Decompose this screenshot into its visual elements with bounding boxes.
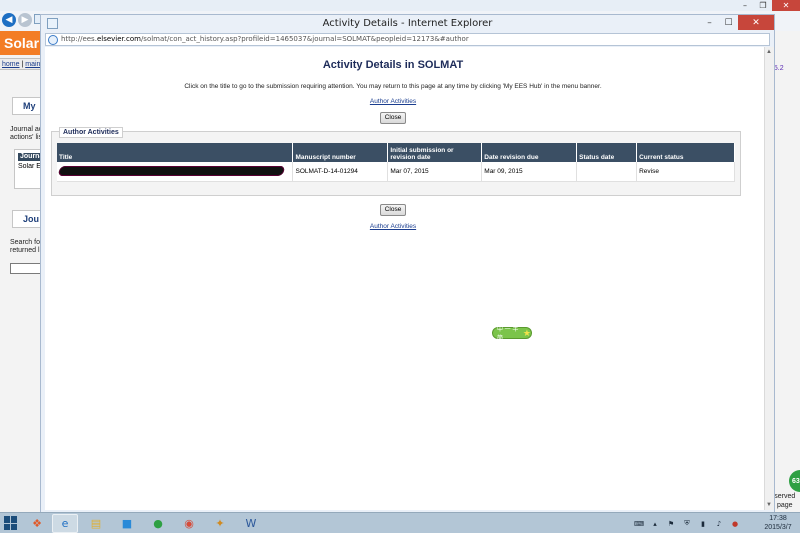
initial-date-cell: Mar 07, 2015 (387, 162, 483, 182)
page-instruction: Click on the title to go to the submissi… (184, 83, 602, 90)
windows-start-icon[interactable] (4, 516, 18, 530)
address-bar[interactable]: http://ees.elsevier.com/solmat/con_act_h… (45, 33, 770, 46)
popup-caption-buttons: – ☐ ✕ (700, 15, 774, 30)
author-activities-link-bottom[interactable]: Author Activities (45, 223, 741, 230)
site-icon (48, 35, 58, 45)
redacted-title-mark[interactable] (57, 166, 286, 177)
forward-arrow-icon[interactable]: ▶ (18, 13, 32, 27)
minimize-icon[interactable]: – (700, 15, 719, 30)
popup-window-title: Activity Details - Internet Explorer (322, 18, 493, 29)
background-caption-buttons: – ❐ ✕ (736, 0, 800, 11)
revision-due-cell: Mar 09, 2015 (481, 162, 578, 182)
solar-logo: Solar (0, 31, 40, 55)
author-activities-legend: Author Activities (59, 127, 123, 138)
app-icon-blue[interactable]: ■ (114, 514, 140, 533)
security-icon[interactable]: ● (730, 519, 740, 529)
input-method-widget[interactable]: 中 一 半 简 ★ (492, 327, 532, 342)
flag-icon[interactable]: ⚑ (666, 519, 676, 529)
column-header-revision-due: Date revision due (481, 143, 578, 162)
column-header-status-date: Status date (576, 143, 638, 162)
app-icon-star[interactable]: ✦ (207, 514, 233, 533)
clock-time: 17:38 (769, 515, 787, 522)
file-explorer-icon[interactable]: ▤ (83, 514, 109, 533)
clock-date: 2015/3/7 (764, 524, 792, 531)
green-status-badge[interactable]: 63 (789, 470, 800, 492)
network-icon[interactable]: ▮ (698, 519, 708, 529)
main-link[interactable]: main (25, 61, 40, 68)
tray-arrow-icon[interactable]: ▴ (650, 519, 660, 529)
footer-page-text: page (776, 502, 793, 509)
scroll-down-icon[interactable]: ▼ (766, 502, 772, 508)
activity-details-window: Activity Details - Internet Explorer – ☐… (40, 14, 775, 513)
maximize-icon[interactable]: ☐ (719, 15, 738, 30)
close-button-bottom[interactable]: Close (380, 204, 406, 216)
keyboard-icon[interactable]: ⌨ (634, 519, 644, 529)
star-icon: ★ (522, 327, 531, 338)
windows-taskbar: ❖ e ▤ ■ ● ◉ ✦ W ⌨ ▴ ⚑ ⛨ ▮ ♪ ● 17:38 2015… (0, 512, 800, 533)
volume-icon[interactable]: ♪ (714, 519, 724, 529)
chrome-icon[interactable]: ◉ (176, 514, 202, 533)
manuscript-number-cell: SOLMAT-D-14-01294 (292, 162, 389, 182)
system-tray: ⌨ ▴ ⚑ ⛨ ▮ ♪ ● (634, 515, 740, 532)
manuscript-title-cell[interactable] (57, 162, 294, 182)
close-icon[interactable]: ✕ (738, 15, 774, 30)
author-activities-link-top[interactable]: Author Activities (45, 98, 741, 105)
scroll-up-icon[interactable]: ▲ (766, 49, 772, 55)
column-header-manuscript-number: Manuscript number (292, 143, 389, 162)
home-link[interactable]: home (2, 61, 20, 68)
green-browser-icon[interactable]: ● (145, 514, 171, 533)
back-arrow-icon[interactable]: ◀ (2, 13, 16, 27)
popup-title-bar: Activity Details - Internet Explorer – ☐… (41, 15, 774, 32)
word-icon[interactable]: W (238, 514, 264, 533)
close-button-top[interactable]: Close (380, 112, 406, 124)
shield-icon[interactable]: ⛨ (682, 519, 692, 529)
author-activities-table: Title Manuscript number Initial submissi… (57, 143, 735, 182)
close-icon[interactable]: ✕ (772, 0, 800, 11)
page-title: Activity Details in SOLMAT (322, 59, 464, 71)
column-header-title: Title (57, 143, 294, 162)
table-row: SOLMAT-D-14-01294 Mar 07, 2015 Mar 09, 2… (57, 162, 735, 182)
input-method-text: 中 一 半 简 (497, 327, 519, 342)
address-url[interactable]: http://ees.elsevier.com/solmat/con_act_h… (61, 35, 469, 43)
media-app-icon[interactable]: ❖ (24, 514, 50, 533)
status-date-cell (576, 162, 638, 182)
background-title-bar (0, 0, 800, 11)
column-header-current-status: Current status (636, 143, 735, 162)
table-header-row: Title Manuscript number Initial submissi… (57, 143, 735, 162)
clock[interactable]: 17:38 2015/3/7 (758, 514, 798, 532)
current-status-cell: Revise (636, 162, 735, 182)
vertical-scrollbar[interactable]: ▲ ▼ (764, 47, 774, 510)
internet-explorer-taskbar-icon[interactable]: e (52, 514, 78, 533)
column-header-initial-date: Initial submission or revision date (387, 143, 483, 162)
minimize-icon[interactable]: – (736, 0, 754, 11)
popup-page-content: Activity Details in SOLMAT Click on the … (45, 47, 764, 510)
restore-icon[interactable]: ❐ (754, 0, 772, 11)
